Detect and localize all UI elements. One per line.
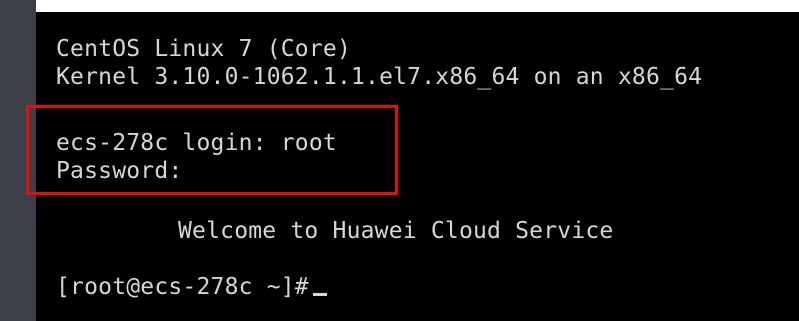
console-screenshot: CentOS Linux 7 (Core) Kernel 3.10.0-1062… — [0, 0, 799, 321]
password-line: Password: — [56, 158, 183, 184]
os-version-line: CentOS Linux 7 (Core) — [56, 36, 351, 62]
shell-prompt-line[interactable]: [root@ecs-278c ~]# — [56, 274, 327, 300]
terminal-console[interactable]: CentOS Linux 7 (Core) Kernel 3.10.0-1062… — [36, 12, 799, 321]
text-cursor — [312, 293, 327, 296]
shell-prompt: [root@ecs-278c ~]# — [56, 274, 309, 300]
left-side-bar — [0, 0, 36, 321]
kernel-line: Kernel 3.10.0-1062.1.1.el7.x86_64 on an … — [56, 64, 703, 90]
welcome-line: Welcome to Huawei Cloud Service — [178, 218, 614, 244]
login-line: ecs-278c login: root — [56, 130, 337, 156]
